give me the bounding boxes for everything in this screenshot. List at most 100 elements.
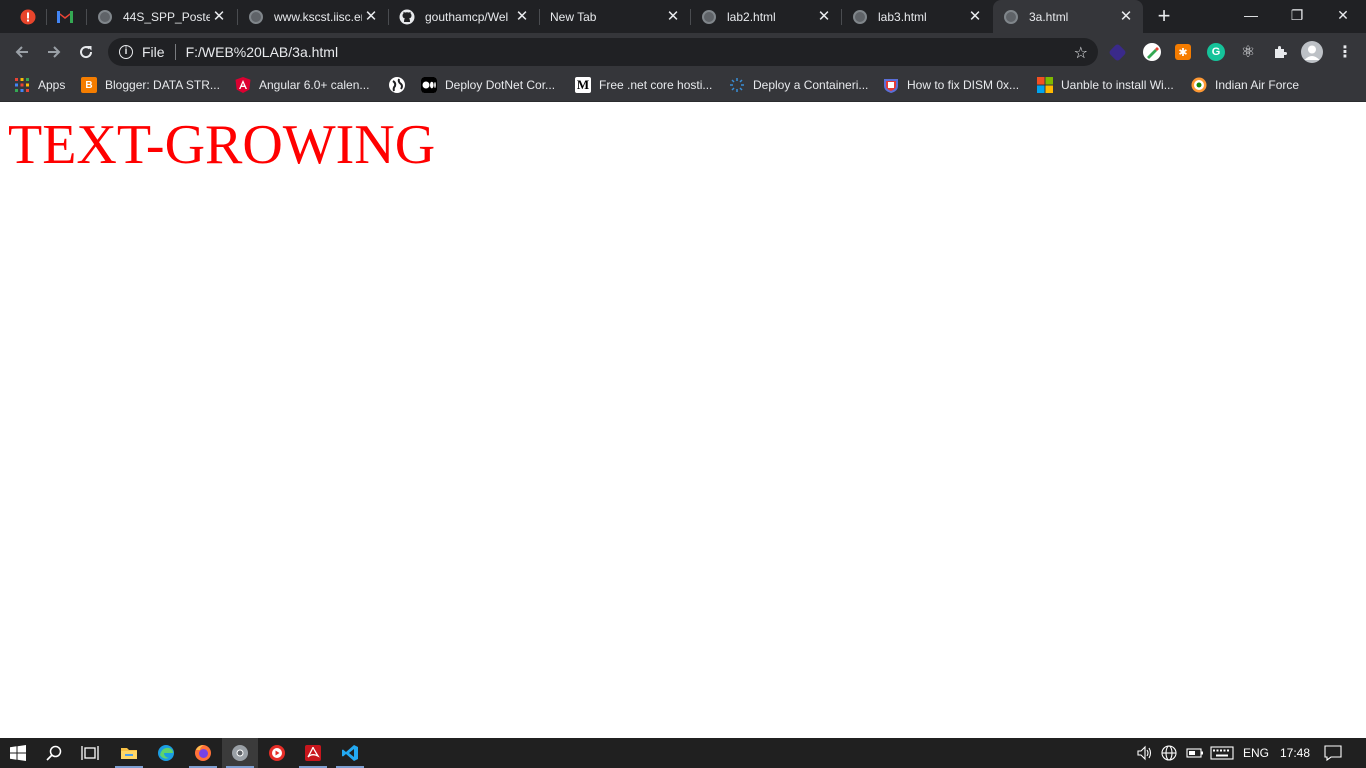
globe-icon xyxy=(701,9,717,25)
tab-gmail[interactable] xyxy=(47,0,85,33)
language-indicator[interactable]: ENG xyxy=(1243,738,1269,768)
extension-gear-icon[interactable]: ✱ xyxy=(1175,44,1191,60)
vscode-icon[interactable] xyxy=(332,738,368,768)
bookmark-indian-air-force[interactable]: Indian Air Force xyxy=(1191,71,1299,99)
gmail-icon xyxy=(57,9,73,25)
network-globe-icon[interactable] xyxy=(1160,738,1178,768)
warning-icon xyxy=(20,9,36,25)
youtube-icon[interactable] xyxy=(259,738,295,768)
minimize-button[interactable]: — xyxy=(1228,0,1274,30)
bookmark-apps[interactable]: Apps xyxy=(14,71,65,99)
apps-grid-icon xyxy=(14,77,30,93)
bookmark-free-net-core[interactable]: M Free .net core hosti... xyxy=(575,71,712,99)
bookmark-dism[interactable]: How to fix DISM 0x... xyxy=(883,71,1019,99)
bookmark-star-icon[interactable]: ☆ xyxy=(1074,43,1088,63)
tab-github[interactable]: gouthamcp/Wel ✕ xyxy=(389,0,539,33)
address-divider xyxy=(174,44,176,60)
extensions-puzzle-icon[interactable] xyxy=(1271,43,1289,61)
globe-icon xyxy=(389,77,405,93)
globe-icon xyxy=(1003,9,1019,25)
medium-dots-icon xyxy=(421,77,437,93)
notification-icon[interactable] xyxy=(1324,738,1342,768)
battery-icon[interactable] xyxy=(1186,738,1204,768)
tab-title: lab3.html xyxy=(878,9,927,24)
start-icon[interactable] xyxy=(0,738,36,768)
search-icon[interactable] xyxy=(36,738,72,768)
bookmark-angular[interactable]: Angular 6.0+ calen... xyxy=(235,71,369,99)
acrobat-icon[interactable] xyxy=(295,738,331,768)
close-tab-icon[interactable]: ✕ xyxy=(664,8,682,26)
close-tab-icon[interactable]: ✕ xyxy=(513,8,531,26)
github-icon xyxy=(399,9,415,25)
bookmark-label: Indian Air Force xyxy=(1215,78,1300,92)
bookmark-label: Deploy a Containeri... xyxy=(753,78,869,92)
back-button[interactable] xyxy=(8,38,36,66)
tab-kscst[interactable]: www.kscst.iisc.er ✕ xyxy=(238,0,388,33)
close-tab-icon[interactable]: ✕ xyxy=(210,8,228,26)
chrome-icon[interactable] xyxy=(222,738,258,768)
bookmark-label: Deploy DotNet Cor... xyxy=(445,78,556,92)
bookmark-label: Free .net core hosti... xyxy=(599,78,713,92)
tab-3a-active[interactable]: 3a.html ✕ xyxy=(993,0,1143,33)
profile-avatar[interactable] xyxy=(1301,41,1323,63)
extension-diamond-icon[interactable] xyxy=(1108,43,1127,62)
windows-taskbar: ENG 17:48 xyxy=(0,738,1366,768)
info-icon[interactable]: i xyxy=(119,45,133,59)
react-devtools-icon[interactable]: ⚛ xyxy=(1239,43,1257,61)
bookmark-label: Uanble to install Wi... xyxy=(1061,78,1174,92)
microsoft-icon xyxy=(1037,77,1053,93)
tab-strip: 44S_SPP_Poster_ ✕ www.kscst.iisc.er ✕ go… xyxy=(0,0,1366,33)
task-view-icon[interactable] xyxy=(72,738,108,768)
close-tab-icon[interactable]: ✕ xyxy=(815,8,833,26)
globe-icon xyxy=(248,9,264,25)
close-tab-icon[interactable]: ✕ xyxy=(966,8,984,26)
close-tab-icon[interactable]: ✕ xyxy=(1117,8,1135,26)
scheme-label: File xyxy=(142,44,165,60)
roundel-icon xyxy=(1191,77,1207,93)
bookmark-deploy-container[interactable]: Deploy a Containeri... xyxy=(729,71,868,99)
angular-icon xyxy=(235,77,251,93)
forward-arrow-icon xyxy=(48,46,61,58)
bookmark-blogger[interactable]: B Blogger: DATA STR... xyxy=(81,71,220,99)
address-bar[interactable]: i File F:/WEB%20LAB/3a.html ☆ xyxy=(108,38,1098,66)
forward-button[interactable] xyxy=(40,38,68,66)
firefox-icon[interactable] xyxy=(185,738,221,768)
tab-new-tab[interactable]: New Tab ✕ xyxy=(540,0,690,33)
tab-title: 44S_SPP_Poster_ xyxy=(123,9,210,24)
tab-poster[interactable]: 44S_SPP_Poster_ ✕ xyxy=(87,0,236,33)
bookmark-label: Apps xyxy=(38,78,66,92)
edge-icon[interactable] xyxy=(148,738,184,768)
new-tab-button[interactable]: + xyxy=(1152,5,1176,29)
bookmark-label: Blogger: DATA STR... xyxy=(105,78,220,92)
page-viewport: TEXT-GROWING xyxy=(0,103,1366,738)
url-text[interactable]: F:/WEB%20LAB/3a.html xyxy=(186,44,339,60)
tab-title: gouthamcp/Wel xyxy=(425,9,509,24)
globe-icon xyxy=(852,9,868,25)
clock[interactable]: 17:48 xyxy=(1280,738,1310,768)
close-tab-icon[interactable]: ✕ xyxy=(362,8,380,26)
volume-icon[interactable] xyxy=(1136,738,1154,768)
tab-lab3[interactable]: lab3.html ✕ xyxy=(842,0,992,33)
spinner-icon xyxy=(729,77,745,93)
extension-pen-icon[interactable] xyxy=(1143,43,1161,61)
keyboard-icon[interactable] xyxy=(1210,738,1234,768)
close-window-button[interactable]: ✕ xyxy=(1320,0,1366,30)
bookmark-label: How to fix DISM 0x... xyxy=(907,78,1020,92)
blogger-icon: B xyxy=(81,77,97,93)
bookmark-globe[interactable] xyxy=(389,71,413,99)
growing-text-heading: TEXT-GROWING xyxy=(8,114,436,176)
tab-lab2[interactable]: lab2.html ✕ xyxy=(691,0,841,33)
reload-button[interactable] xyxy=(72,38,100,66)
reload-icon xyxy=(80,46,93,59)
tab-warning[interactable] xyxy=(10,0,44,33)
tab-title: 3a.html xyxy=(1029,9,1069,24)
file-explorer-icon[interactable] xyxy=(111,738,147,768)
bookmark-deploy-dotnet[interactable]: Deploy DotNet Cor... xyxy=(421,71,555,99)
menu-kebab-icon[interactable]: ⋮ xyxy=(1336,43,1354,61)
restore-button[interactable]: ❐ xyxy=(1274,0,1320,30)
bookmark-unable-install[interactable]: Uanble to install Wi... xyxy=(1037,71,1174,99)
medium-m-icon: M xyxy=(575,77,591,93)
grammarly-icon[interactable]: G xyxy=(1207,43,1225,61)
browser-toolbar: i File F:/WEB%20LAB/3a.html ☆ ✱ G ⚛ ⋮ xyxy=(0,33,1366,71)
shield-icon xyxy=(883,77,899,93)
